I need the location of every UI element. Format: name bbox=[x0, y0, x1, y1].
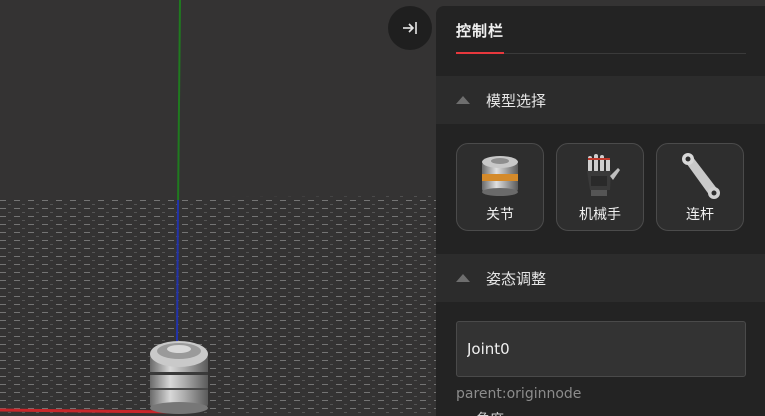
panel-title: 控制栏 bbox=[456, 22, 505, 40]
card-label: 机械手 bbox=[579, 207, 621, 223]
control-panel: 控制栏 模型选择 关节 机械手 连杆 姿态调整 Joint0 parent:or… bbox=[436, 6, 765, 416]
angle-section-header[interactable]: 角度 bbox=[456, 409, 504, 416]
parent-node-label: parent:originnode bbox=[456, 386, 582, 402]
link-icon bbox=[682, 153, 720, 199]
section-pose-adjust[interactable]: 姿态调整 bbox=[436, 254, 765, 302]
z-axis-line bbox=[176, 199, 179, 346]
collapse-panel-button[interactable] bbox=[388, 6, 432, 50]
active-tab-underline bbox=[456, 52, 504, 54]
node-name-input[interactable] bbox=[456, 321, 746, 377]
joint-model bbox=[150, 341, 208, 414]
collapse-triangle-icon bbox=[456, 96, 470, 104]
joint-icon bbox=[482, 156, 518, 196]
collapse-right-icon bbox=[403, 22, 417, 34]
section-label: 姿态调整 bbox=[486, 269, 547, 288]
y-axis-line bbox=[177, 0, 181, 209]
panel-header: 控制栏 bbox=[436, 6, 765, 58]
angle-label: 角度 bbox=[476, 412, 504, 416]
section-model-select[interactable]: 模型选择 bbox=[436, 76, 765, 124]
robot-hand-icon bbox=[587, 154, 620, 196]
model-card-robot-hand[interactable]: 机械手 bbox=[556, 143, 644, 231]
x-axis-line bbox=[0, 408, 179, 414]
model-card-joint[interactable]: 关节 bbox=[456, 143, 544, 231]
floor-grid bbox=[0, 196, 436, 416]
section-label: 模型选择 bbox=[486, 91, 547, 110]
collapse-triangle-icon bbox=[456, 274, 470, 282]
model-card-link[interactable]: 连杆 bbox=[656, 143, 744, 231]
card-label: 关节 bbox=[486, 207, 514, 223]
card-label: 连杆 bbox=[686, 207, 714, 223]
